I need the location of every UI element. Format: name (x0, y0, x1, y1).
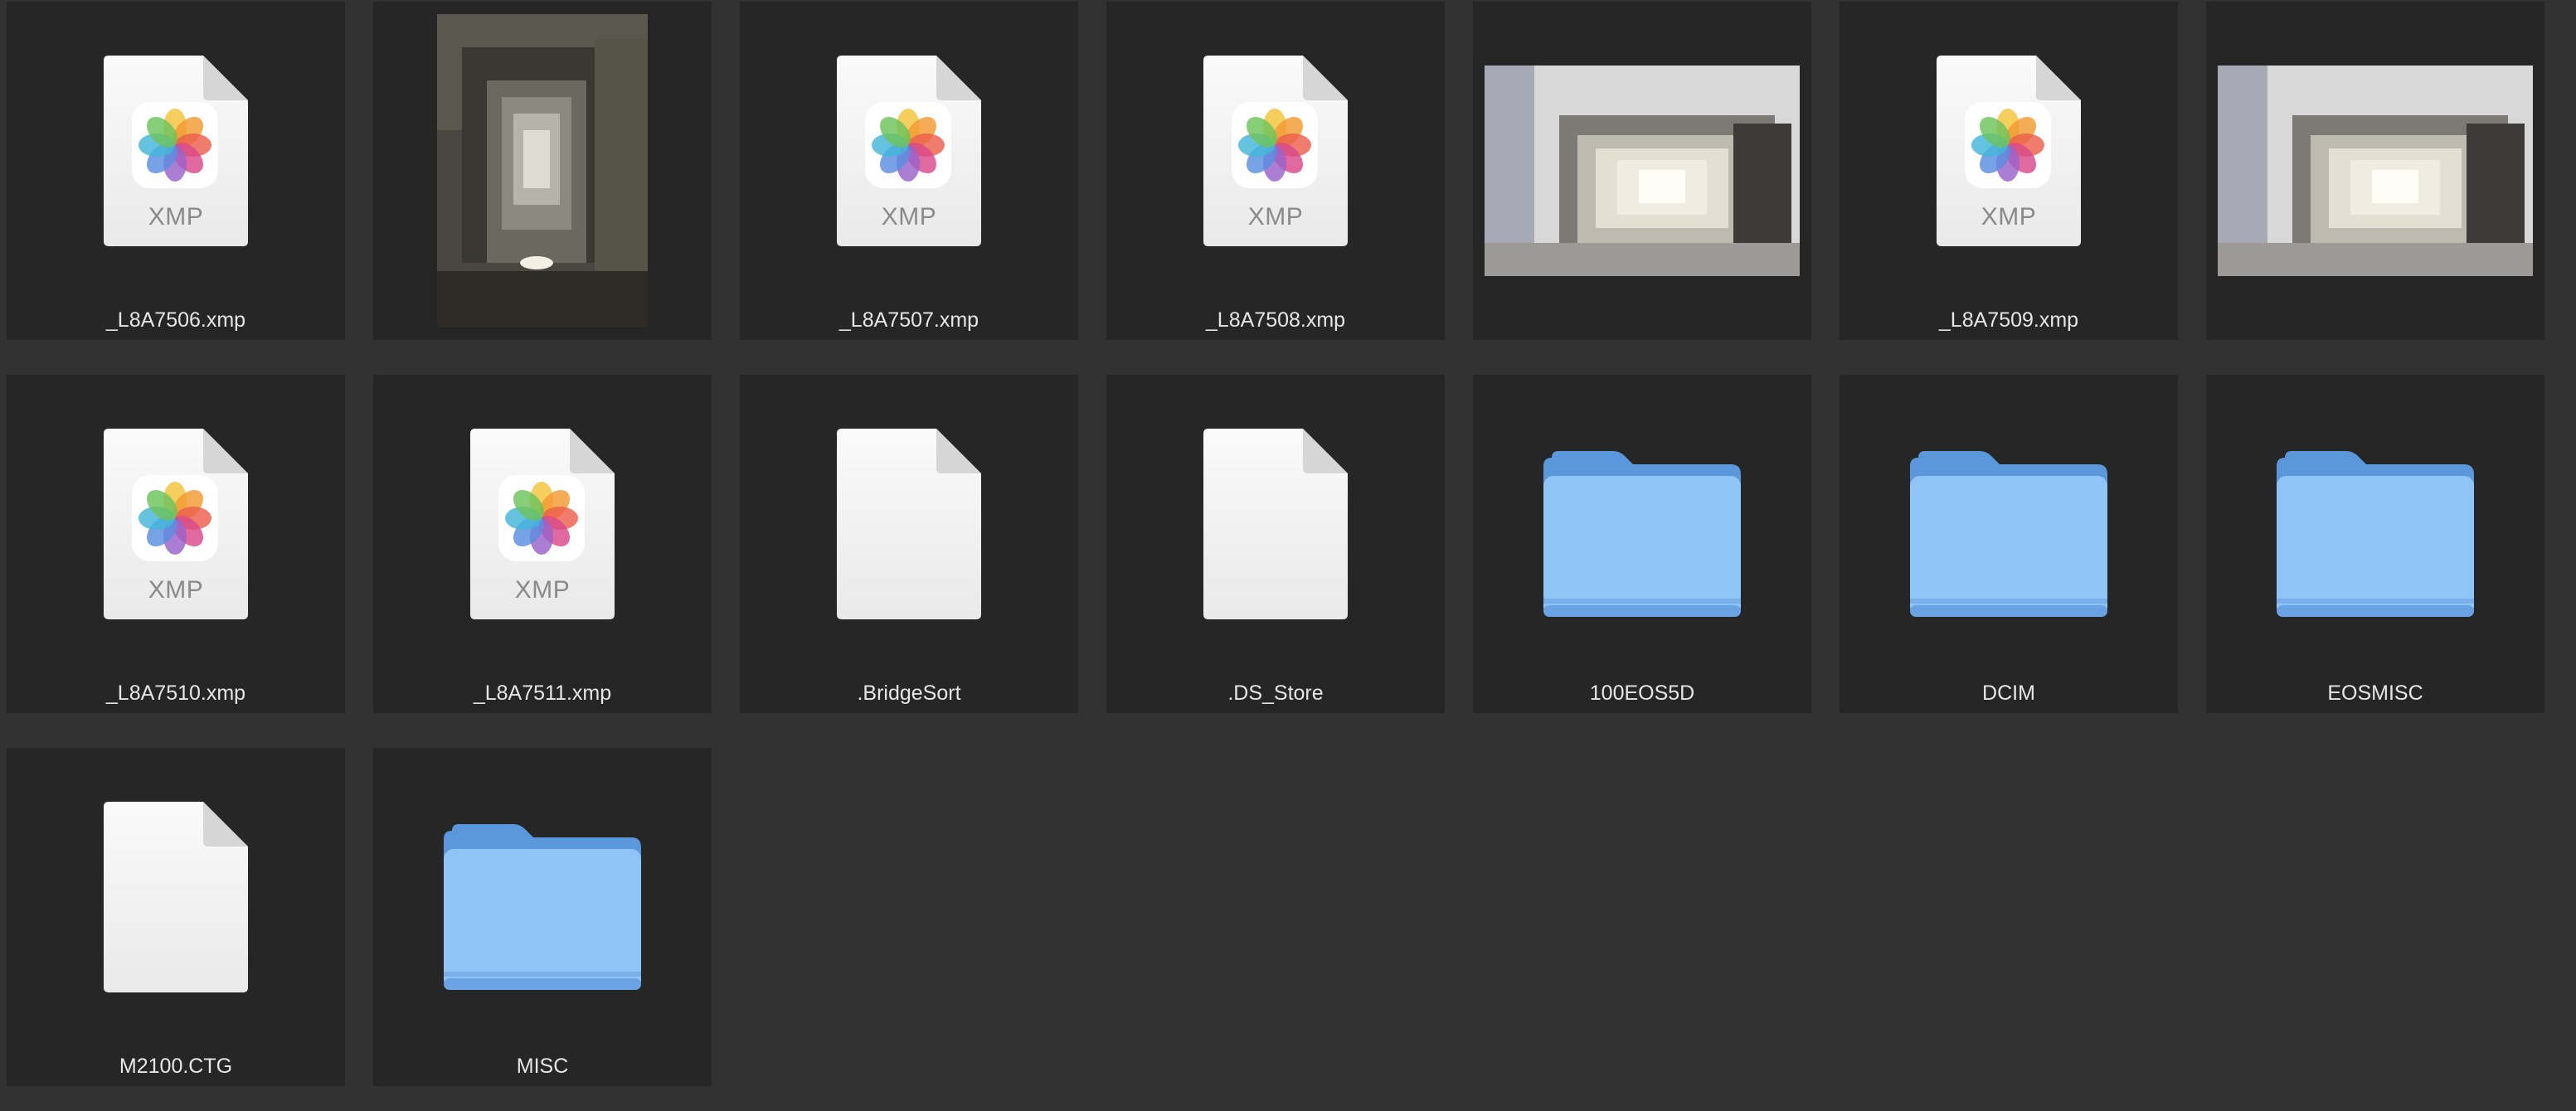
file-name-label: MISC (516, 1055, 569, 1078)
document-icon (837, 429, 981, 619)
file-name-label: _L8A7511.xmp (473, 682, 612, 705)
file-item-m2100-ctg[interactable]: M2100.CTG (7, 748, 345, 1086)
file-type-badge: XMP (148, 203, 204, 230)
document-thumbnail: XMP (7, 2, 345, 300)
file-item-misc[interactable]: MISC (373, 748, 712, 1086)
photos-app-icon (1965, 102, 2051, 188)
document-thumbnail: XMP (1106, 2, 1445, 300)
file-name-label: EOSMISC (2327, 682, 2423, 705)
folder-thumbnail (373, 748, 712, 1046)
file-item-eosmisc[interactable]: EOSMISC (2206, 375, 2544, 713)
file-name-label: 100EOS5D (1589, 682, 1695, 705)
folder-thumbnail (1840, 375, 2178, 673)
document-thumbnail: XMP (373, 375, 712, 673)
file-item-image-2[interactable] (373, 2, 712, 340)
file-item-l8a7506-xmp[interactable]: XMP _L8A7506.xmp (7, 2, 345, 340)
document-thumbnail: XMP (740, 2, 1078, 300)
image-thumbnail (373, 2, 712, 340)
file-item-dcim[interactable]: DCIM (1840, 375, 2178, 713)
file-item-ds-store[interactable]: .DS_Store (1106, 375, 1445, 713)
document-thumbnail (740, 375, 1078, 673)
folder-icon (1543, 451, 1741, 617)
document-thumbnail (7, 748, 345, 1046)
file-type-badge: XMP (1247, 203, 1304, 230)
file-item-l8a7508-xmp[interactable]: XMP _L8A7508.xmp (1106, 2, 1445, 340)
folder-icon (2277, 451, 2474, 617)
file-item-image-7[interactable] (2206, 2, 2544, 340)
photos-app-icon (865, 102, 951, 188)
document-icon: XMP (1203, 56, 1348, 246)
document-thumbnail: XMP (7, 375, 345, 673)
file-type-badge: XMP (148, 576, 204, 604)
file-name-label: .DS_Store (1227, 682, 1324, 705)
file-name-label: _L8A7508.xmp (1205, 308, 1346, 332)
file-name-label: _L8A7509.xmp (1938, 308, 2079, 332)
folder-thumbnail (2206, 375, 2544, 673)
document-icon: XMP (1937, 56, 2081, 246)
file-name-label: .BridgeSort (857, 682, 961, 705)
file-item-100eos5d[interactable]: 100EOS5D (1473, 375, 1811, 713)
folder-icon (444, 824, 641, 990)
document-icon (104, 802, 248, 992)
file-name-label: _L8A7510.xmp (105, 682, 246, 705)
file-name-label: DCIM (1982, 682, 2035, 705)
image-thumbnail (2206, 2, 2544, 340)
file-item-bridgesort[interactable]: .BridgeSort (740, 375, 1078, 713)
file-item-image-5[interactable] (1473, 2, 1811, 340)
photos-app-icon (132, 475, 218, 561)
document-thumbnail: XMP (1840, 2, 2178, 300)
file-icon-grid: XMP _L8A7506.xmp XMP _L8A7507.xmp XMP _L… (0, 0, 2576, 1111)
document-icon: XMP (104, 429, 248, 619)
file-name-label: _L8A7507.xmp (838, 308, 979, 332)
photos-app-icon (1232, 102, 1318, 188)
file-type-badge: XMP (1981, 203, 2037, 230)
document-thumbnail (1106, 375, 1445, 673)
file-item-l8a7511-xmp[interactable]: XMP _L8A7511.xmp (373, 375, 712, 713)
document-icon: XMP (470, 429, 615, 619)
file-name-label: _L8A7506.xmp (105, 308, 246, 332)
file-type-badge: XMP (514, 576, 571, 604)
photos-app-icon (132, 102, 218, 188)
file-type-badge: XMP (881, 203, 937, 230)
folder-icon (1910, 451, 2107, 617)
image-thumbnail (1473, 2, 1811, 340)
document-icon: XMP (104, 56, 248, 246)
file-name-label: M2100.CTG (119, 1055, 233, 1078)
file-item-l8a7507-xmp[interactable]: XMP _L8A7507.xmp (740, 2, 1078, 340)
file-item-l8a7509-xmp[interactable]: XMP _L8A7509.xmp (1840, 2, 2178, 340)
file-item-l8a7510-xmp[interactable]: XMP _L8A7510.xmp (7, 375, 345, 713)
folder-thumbnail (1473, 375, 1811, 673)
photos-app-icon (498, 475, 585, 561)
document-icon (1203, 429, 1348, 619)
document-icon: XMP (837, 56, 981, 246)
